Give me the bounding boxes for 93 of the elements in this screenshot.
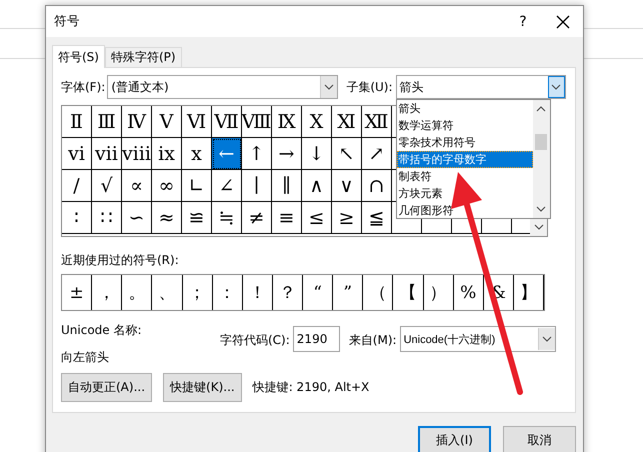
symbol-cell[interactable]: →	[272, 138, 302, 170]
list-item[interactable]: 数学运算符	[396, 117, 533, 134]
symbol-cell[interactable]: ∥	[272, 170, 302, 202]
dialog-button[interactable]: 快捷键(K)...	[163, 373, 242, 402]
chevron-down-icon	[324, 84, 334, 90]
symbol-cell[interactable]: ）	[424, 275, 454, 310]
symbol-cell[interactable]: ：	[212, 275, 243, 310]
list-item[interactable]: 带括号的字母数字	[396, 151, 533, 168]
tab[interactable]: 符号(S)	[52, 45, 105, 68]
symbol-cell[interactable]: ≌	[182, 202, 212, 234]
tab[interactable]: 特殊字符(P)	[104, 47, 182, 67]
symbol-cell[interactable]: ；	[182, 275, 213, 310]
shortcut-text: 快捷键: 2190, Alt+X	[252, 379, 370, 396]
symbol-cell[interactable]: ≡	[272, 202, 302, 234]
scrollbar[interactable]	[532, 100, 550, 218]
close-icon	[556, 14, 570, 28]
symbol-cell[interactable]: ≦	[362, 202, 392, 234]
symbol-cell[interactable]: ！	[242, 275, 273, 310]
char-code-field[interactable]: 2190	[292, 326, 340, 352]
symbol-cell[interactable]: 、	[152, 275, 182, 310]
window-title: 符号	[53, 13, 81, 30]
symbol-cell[interactable]: ←	[212, 138, 242, 170]
symbol-cell[interactable]: ∣	[242, 170, 272, 202]
symbol-cell[interactable]: 【	[393, 275, 424, 310]
symbol-cell[interactable]: ≠	[242, 202, 272, 234]
unicode-name-label: Unicode 名称:	[61, 322, 143, 339]
symbol-cell[interactable]: ∝	[122, 170, 152, 202]
list-item[interactable]: 制表符	[396, 168, 533, 185]
char-code-label: 字符代码(C):	[220, 332, 290, 349]
symbol-cell[interactable]: %	[454, 275, 484, 310]
symbol-cell[interactable]: ⅷ	[122, 138, 152, 170]
chevron-down-icon	[542, 336, 552, 342]
symbol-cell[interactable]: 。	[122, 275, 152, 310]
symbol-cell[interactable]: ∨	[332, 170, 362, 202]
chevron-down-icon	[536, 206, 546, 212]
symbol-cell[interactable]: ∕	[62, 170, 92, 202]
list-item[interactable]: 零杂技术用符号	[396, 134, 533, 151]
symbol-cell[interactable]: ↖	[332, 138, 362, 170]
symbol-cell[interactable]: ≥	[332, 202, 362, 234]
recent-label: 近期使用过的符号(R):	[61, 252, 180, 269]
from-label: 来自(M):	[348, 332, 397, 349]
symbol-cell[interactable]: ∩	[362, 170, 392, 202]
symbol-cell[interactable]: ⅶ	[92, 138, 122, 170]
symbol-cell[interactable]: Ⅹ	[302, 106, 332, 138]
symbol-cell[interactable]: ∠	[212, 170, 242, 202]
symbol-cell[interactable]: “	[303, 275, 334, 310]
symbol-cell[interactable]: ≤	[302, 202, 332, 234]
symbol-cell[interactable]: ∧	[302, 170, 332, 202]
dialog-button[interactable]: 自动更正(A)...	[61, 373, 152, 402]
help-button[interactable]: ?	[503, 6, 543, 36]
symbol-cell[interactable]: √	[92, 170, 122, 202]
chevron-down-icon	[551, 84, 562, 90]
symbol-cell[interactable]: ∶	[62, 202, 92, 234]
chevron-down-icon	[534, 224, 544, 230]
symbol-cell[interactable]: Ⅱ	[62, 106, 92, 138]
symbol-cell[interactable]: ±	[62, 275, 92, 310]
font-label: 字体(F):	[61, 78, 106, 96]
unicode-name: 向左箭头	[61, 349, 110, 366]
dialog-button[interactable]: 取消	[503, 426, 576, 452]
symbol-cell[interactable]: ∷	[92, 202, 122, 234]
symbol-cell[interactable]: ↓	[302, 138, 332, 170]
symbol-cell[interactable]: ≈	[152, 202, 182, 234]
dialog-button[interactable]: 插入(I)	[418, 426, 491, 452]
symbol-cell[interactable]: Ⅳ	[122, 106, 152, 138]
symbol-cell[interactable]: Ⅲ	[92, 106, 122, 138]
symbol-cell[interactable]: ∟	[182, 170, 212, 202]
symbol-cell[interactable]: Ⅴ	[152, 106, 182, 138]
chevron-up-icon	[536, 106, 546, 112]
symbol-cell[interactable]: （	[363, 275, 394, 310]
symbol-cell[interactable]: ，	[92, 275, 122, 310]
list-item[interactable]: 几何图形符	[396, 202, 533, 218]
symbol-cell[interactable]: ⅵ	[62, 138, 92, 170]
symbol-cell[interactable]: Ⅻ	[362, 106, 392, 138]
font-dropdown[interactable]: (普通文本)	[107, 75, 338, 99]
symbol-cell[interactable]: Ⅷ	[242, 106, 272, 138]
scrollbar-thumb[interactable]	[535, 134, 548, 150]
symbol-cell[interactable]: ↑	[242, 138, 272, 170]
symbol-cell[interactable]: Ⅵ	[182, 106, 212, 138]
list-item[interactable]: 方块元素	[396, 185, 533, 202]
symbol-cell[interactable]: ∽	[122, 202, 152, 234]
symbol-cell[interactable]: ⅸ	[152, 138, 182, 170]
list-item[interactable]: 箭头	[396, 100, 533, 117]
symbol-cell[interactable]: Ⅸ	[272, 106, 302, 138]
symbol-cell[interactable]: 】	[514, 275, 544, 310]
symbol-cell[interactable]: Ⅺ	[332, 106, 362, 138]
symbol-cell[interactable]: ”	[333, 275, 364, 310]
symbol-cell[interactable]: ∞	[152, 170, 182, 202]
symbol-cell[interactable]: ≒	[212, 202, 242, 234]
subset-label: 子集(U):	[346, 78, 393, 96]
symbol-cell[interactable]: ↗	[362, 138, 392, 170]
from-dropdown[interactable]: Unicode(十六进制)	[400, 326, 556, 352]
subset-dropdown[interactable]: 箭头	[396, 75, 566, 99]
symbol-cell[interactable]: ？	[272, 275, 303, 310]
